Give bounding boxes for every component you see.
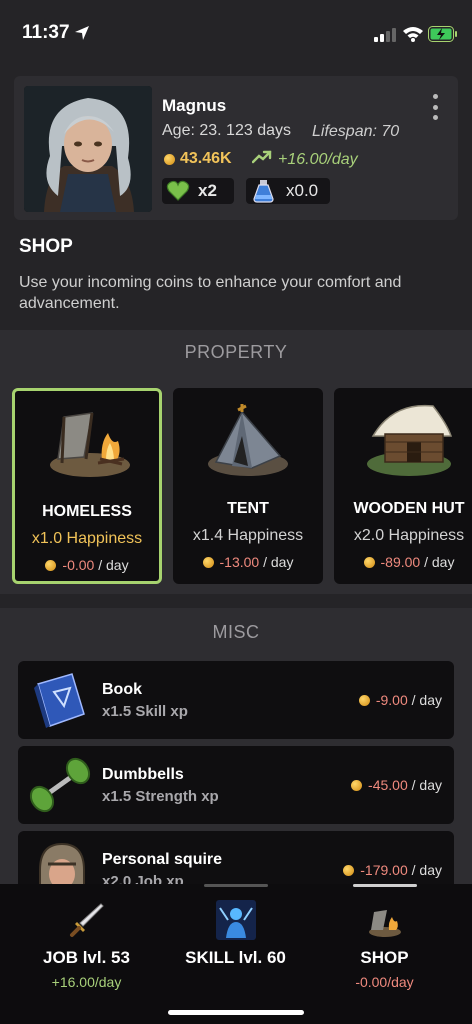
misc-item-cost: -179.00 / day [343,862,442,878]
tab-job-label: JOB lvl. 53 [43,948,130,967]
tab-shop-rate: -0.00/day [355,974,414,990]
campfire-image [44,399,136,483]
property-happiness: x1.4 Happiness [192,527,304,544]
tab-indicator [204,884,268,887]
daily-income: +16.00/day [251,150,358,169]
misc-item-dumbbells[interactable]: Dumbbells x1.5 Strength xp -45.00 / day [18,746,454,824]
cost-unit: / day [411,692,442,708]
coin-icon [358,694,370,706]
misc-item-cost: -45.00 / day [351,777,442,793]
character-avatar[interactable] [24,86,152,212]
cost-unit: / day [411,862,442,878]
misc-section: MISC Book x1.5 Skill xp -9.00 / day Dumb… [0,608,472,909]
heart-icon [166,180,190,202]
cellular-signal-icon [374,28,396,47]
cost-unit: / day [263,554,294,570]
misc-item-name: Personal squire [102,851,223,868]
profile-card: Magnus Age: 23. 123 days Lifespan: 70 43… [14,76,458,220]
tab-skill-label: SKILL lvl. 60 [185,948,286,967]
property-name: WOODEN HUT [353,500,465,517]
misc-item-book[interactable]: Book x1.5 Skill xp -9.00 / day [18,661,454,739]
misc-item-name: Book [102,681,142,698]
shop-title: SHOP [19,236,73,257]
cost-value: -13.00 [219,554,260,570]
property-name: HOMELESS [42,503,132,520]
happiness-badge[interactable]: x2 [162,178,234,204]
tab-shop[interactable]: SHOP -0.00/day [306,892,463,996]
wifi-icon [402,26,424,47]
coin-balance: 43.46K [164,150,232,168]
property-cost: -13.00 / day [173,554,323,570]
cost-unit: / day [98,557,129,573]
potion-value: x0.0 [286,181,319,200]
property-happiness: x2.0 Happiness [353,527,465,544]
property-name: TENT [227,500,269,517]
tab-shop-label: SHOP [360,948,409,967]
dumbbell-icon [28,755,92,815]
cost-value: -45.00 [368,777,408,793]
potion-icon [250,179,276,203]
coin-icon [202,556,214,568]
tab-skill[interactable]: SKILL lvl. 60 [157,892,314,996]
misc-item-effect: x1.5 Skill xp [102,703,188,720]
cost-unit: / day [411,777,442,793]
tent-image [202,396,294,480]
cost-value: -9.00 [375,692,408,708]
income-value: +16.00/day [278,150,358,168]
misc-item-cost: -9.00 / day [358,692,442,708]
more-vertical-icon[interactable] [428,94,442,120]
player-name: Magnus [162,96,227,115]
status-time: 11:37 [22,22,70,43]
property-cost: -89.00 / day [334,554,472,570]
bottom-nav: JOB lvl. 53 +16.00/day SKILL lvl. 60 SHO… [0,884,472,1024]
property-cost: -0.00 / day [15,557,159,573]
cost-value: -89.00 [380,554,421,570]
coin-icon [351,779,363,791]
active-tab-indicator [353,884,417,887]
battery-charging-icon [428,26,458,47]
shop-description: Use your incoming coins to enhance your … [19,274,402,312]
coin-icon [164,153,175,165]
tab-job[interactable]: JOB lvl. 53 +16.00/day [8,892,165,996]
cost-value: -0.00 [62,557,95,573]
player-lifespan: Lifespan: 70 [312,123,400,140]
property-card-wooden-hut[interactable]: WOODEN HUT x2.0 Happiness -89.00 / day [334,388,472,584]
sword-icon [67,900,107,940]
property-section: PROPERTY HOMELESS x1.0 Happiness -0.00 /… [0,330,472,594]
property-happiness: x1.0 Happiness [31,530,143,547]
property-title: PROPERTY [184,342,288,362]
player-age: Age: 23. 123 days [162,122,291,139]
misc-title: MISC [212,622,260,642]
potion-badge[interactable]: x0.0 [246,178,330,204]
coin-icon [45,559,57,571]
skill-icon [215,900,256,940]
property-card-homeless[interactable]: HOMELESS x1.0 Happiness -0.00 / day [12,388,162,584]
misc-item-name: Dumbbells [102,766,184,783]
coin-icon [343,864,355,876]
hut-image [363,396,455,480]
coin-amount: 43.46K [180,150,232,167]
cost-value: -179.00 [360,862,408,878]
property-card-tent[interactable]: TENT x1.4 Happiness -13.00 / day [173,388,323,584]
happiness-value: x2 [198,181,217,200]
status-bar: 11:37 [0,0,472,66]
home-indicator[interactable] [168,1010,304,1015]
misc-item-effect: x1.5 Strength xp [102,788,219,805]
book-icon [28,670,92,730]
coin-icon [363,556,375,568]
trend-up-icon [251,150,272,169]
cost-unit: / day [424,554,455,570]
tab-job-rate: +16.00/day [51,974,122,990]
location-arrow-icon [74,25,90,46]
shop-icon [365,900,405,940]
